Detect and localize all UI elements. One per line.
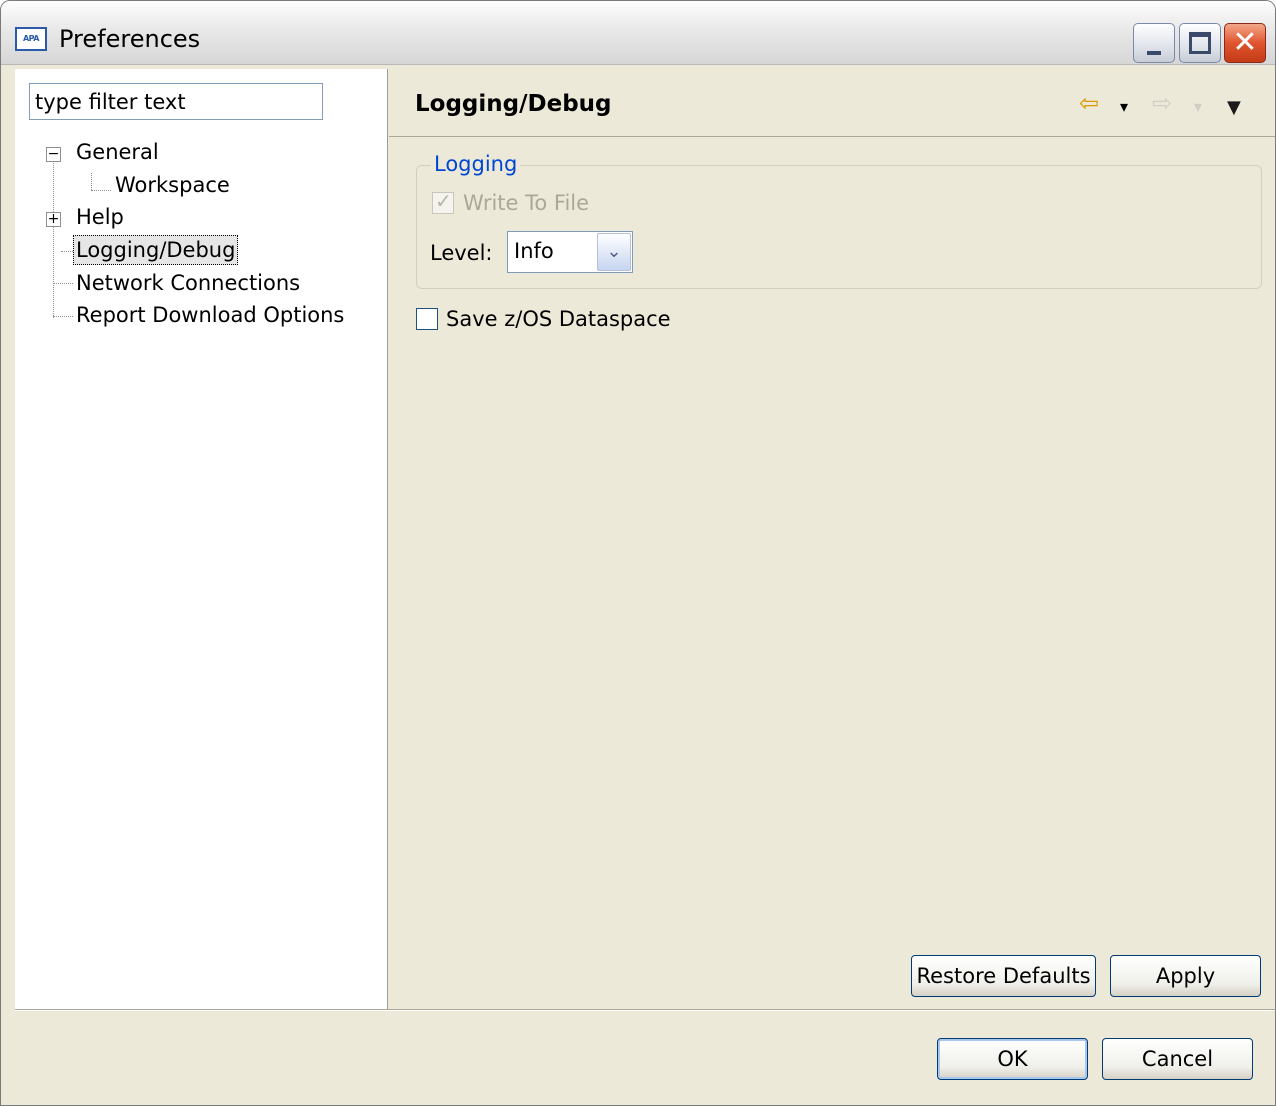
- save-dataspace-label: Save z/OS Dataspace: [446, 307, 671, 331]
- view-menu-icon[interactable]: ▼: [1227, 96, 1241, 120]
- tree-connector: [91, 190, 111, 191]
- expand-icon[interactable]: +: [46, 212, 61, 227]
- tree-connector: [53, 283, 73, 284]
- preference-page: Logging/Debug ⇦ ▾ ⇨ ▾ ▼ Logging ✓ Write …: [389, 69, 1275, 1009]
- forward-arrow-icon: ⇨: [1152, 89, 1173, 117]
- tree-connector: [61, 251, 73, 252]
- ok-button[interactable]: OK: [937, 1038, 1088, 1080]
- page-header: Logging/Debug ⇦ ▾ ⇨ ▾ ▼: [389, 69, 1275, 137]
- collapse-icon[interactable]: −: [46, 147, 61, 162]
- apply-button[interactable]: Apply: [1110, 955, 1261, 997]
- chevron-down-icon[interactable]: ⌄: [597, 233, 631, 271]
- maximize-button[interactable]: [1179, 23, 1221, 63]
- tree-connector: [53, 163, 54, 318]
- tree-connector: [53, 316, 73, 317]
- preference-tree-pane: − General Workspace + Help Logging/Debug…: [15, 69, 388, 1009]
- level-label: Level:: [430, 241, 493, 265]
- tree-item-report-download-options[interactable]: Report Download Options: [76, 301, 344, 331]
- maximize-icon: [1189, 32, 1211, 54]
- level-select[interactable]: Info ⌄: [507, 231, 633, 273]
- tree-item-logging-debug[interactable]: Logging/Debug: [73, 235, 239, 265]
- close-icon: ✕: [1232, 25, 1258, 60]
- level-select-value: Info: [514, 239, 554, 263]
- restore-defaults-button[interactable]: Restore Defaults: [911, 955, 1096, 997]
- save-dataspace-checkbox[interactable]: [416, 308, 438, 330]
- tree-item-general[interactable]: General: [76, 138, 159, 168]
- app-icon: APA: [15, 27, 47, 51]
- tree-item-network-connections[interactable]: Network Connections: [76, 269, 300, 299]
- tree-item-workspace[interactable]: Workspace: [115, 171, 230, 201]
- minimize-icon: [1147, 51, 1161, 55]
- write-to-file-checkbox: ✓: [432, 189, 454, 214]
- write-to-file-label: Write To File: [463, 191, 590, 215]
- check-icon: ✓: [435, 189, 452, 213]
- back-menu-chevron-icon[interactable]: ▾: [1120, 95, 1128, 119]
- preference-tree: − General Workspace + Help Logging/Debug…: [15, 69, 387, 1009]
- cancel-button[interactable]: Cancel: [1102, 1038, 1253, 1080]
- forward-menu-chevron-icon: ▾: [1194, 97, 1203, 116]
- title-bar[interactable]: APA Preferences ✕: [1, 1, 1275, 65]
- minimize-button[interactable]: [1133, 23, 1175, 63]
- dialog-separator: [15, 1009, 1275, 1011]
- tree-item-help[interactable]: Help: [76, 203, 124, 233]
- logging-group-label: Logging: [431, 152, 521, 176]
- window-title: Preferences: [59, 25, 201, 53]
- preferences-window: APA Preferences ✕ − General Workspace + …: [0, 0, 1276, 1106]
- page-title: Logging/Debug: [415, 91, 612, 117]
- close-button[interactable]: ✕: [1224, 23, 1266, 63]
- tree-connector: [91, 173, 92, 190]
- back-arrow-icon[interactable]: ⇦: [1079, 91, 1099, 115]
